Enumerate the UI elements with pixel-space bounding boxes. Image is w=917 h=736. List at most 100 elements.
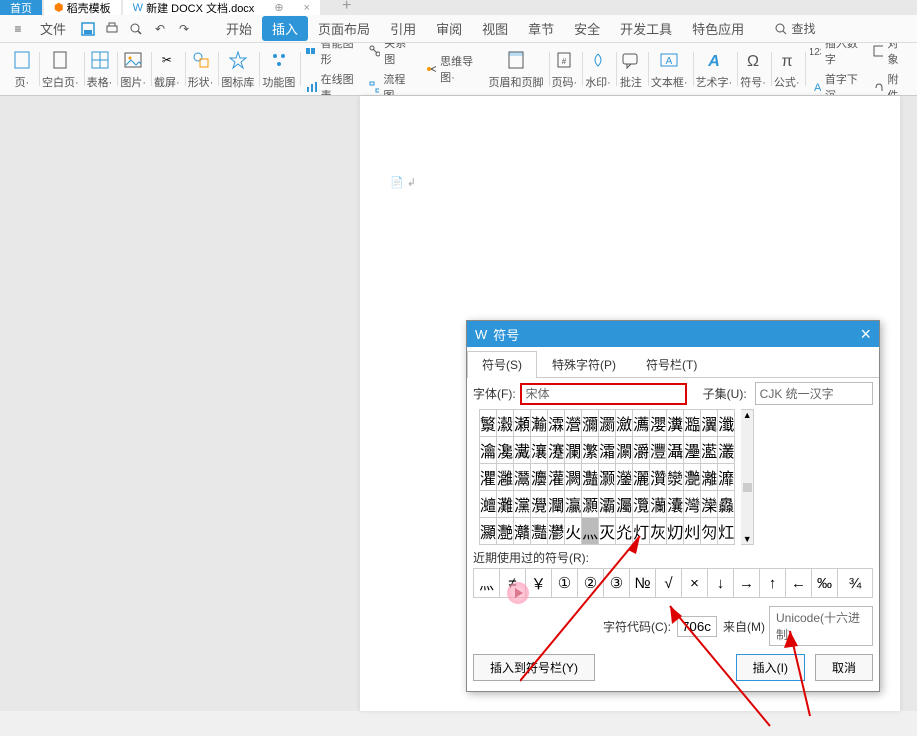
char-cell[interactable]: 瀯 — [565, 410, 582, 437]
ribbon-smart[interactable]: 智能图形 — [305, 43, 356, 67]
char-cell[interactable]: 灭 — [599, 518, 616, 545]
ribbon-wordart[interactable]: A艺术字· — [692, 48, 737, 90]
char-cell[interactable]: 灘 — [497, 491, 514, 518]
ribbon-watermark[interactable]: 水印· — [581, 48, 615, 90]
char-cell[interactable]: 灯 — [633, 518, 650, 545]
char-cell[interactable]: 灤 — [701, 491, 718, 518]
font-input[interactable] — [520, 383, 687, 405]
recent-cell[interactable]: ‰ — [812, 569, 838, 597]
char-cell[interactable]: 火 — [565, 518, 582, 545]
ribbon-mindmap[interactable]: 思维导图· — [425, 53, 479, 85]
cancel-button[interactable]: 取消 — [815, 654, 873, 681]
char-cell[interactable]: 瀴 — [650, 410, 667, 437]
char-cell[interactable]: 灃 — [650, 437, 667, 464]
menu-view[interactable]: 视图 — [472, 16, 518, 41]
recent-cell[interactable]: ③ — [604, 569, 630, 597]
char-cell[interactable]: 灡 — [650, 491, 667, 518]
menu-dev[interactable]: 开发工具 — [610, 16, 682, 41]
menu-security[interactable]: 安全 — [564, 16, 610, 41]
char-cell[interactable]: 瀸 — [718, 410, 735, 437]
ribbon-table[interactable]: 表格· — [83, 48, 117, 90]
ribbon-cover[interactable]: 页· — [6, 48, 38, 90]
char-cell[interactable]: 灀 — [599, 437, 616, 464]
char-cell[interactable]: 灥 — [718, 491, 735, 518]
char-cell[interactable]: 灬 — [582, 518, 599, 545]
char-cell[interactable]: 灒 — [650, 464, 667, 491]
ribbon-relation[interactable]: 关系图 — [368, 43, 413, 67]
char-cell[interactable]: 灈 — [480, 464, 497, 491]
char-cell[interactable]: 灍 — [565, 464, 582, 491]
ribbon-object[interactable]: 对象 — [872, 43, 905, 67]
char-cell[interactable]: 灨 — [514, 518, 531, 545]
char-cell[interactable]: 灎 — [582, 464, 599, 491]
char-cell[interactable]: 瀽 — [548, 437, 565, 464]
recent-cell[interactable]: ↓ — [708, 569, 734, 597]
code-input[interactable] — [677, 616, 717, 637]
ribbon-comment[interactable]: 批注 — [615, 48, 647, 90]
ribbon-firstcap[interactable]: A首字下沉 — [810, 71, 861, 96]
ribbon-pageno[interactable]: #页码· — [548, 48, 582, 90]
scroll-down-icon[interactable]: ▼ — [743, 534, 752, 544]
hamburger-icon[interactable]: ≡ — [6, 22, 30, 36]
menu-chapter[interactable]: 章节 — [518, 16, 564, 41]
close-icon[interactable]: × — [860, 324, 871, 345]
save-icon[interactable] — [76, 21, 100, 37]
char-cell[interactable]: 灣 — [684, 491, 701, 518]
char-cell[interactable]: 灄 — [667, 437, 684, 464]
dialog-tab-symbol[interactable]: 符号(S) — [467, 351, 537, 378]
tab-doc-pin[interactable]: ⊕ — [274, 1, 283, 14]
char-cell[interactable]: 灕 — [701, 464, 718, 491]
char-cell[interactable]: 灙 — [514, 491, 531, 518]
char-cell[interactable]: 灝 — [582, 491, 599, 518]
tab-template[interactable]: ⬢ 稻壳模板 — [44, 0, 121, 15]
ribbon-onlinechart[interactable]: 在线图表 — [305, 71, 356, 96]
ribbon-header[interactable]: 页眉和页脚 — [485, 48, 548, 90]
grid-scrollbar[interactable]: ▲ ▼ — [741, 409, 754, 545]
char-cell[interactable]: 灋 — [531, 464, 548, 491]
scroll-up-icon[interactable]: ▲ — [743, 410, 752, 420]
recent-cell[interactable]: √ — [656, 569, 682, 597]
char-cell[interactable]: 灖 — [718, 464, 735, 491]
char-cell[interactable]: 灗 — [480, 491, 497, 518]
char-cell[interactable]: 灔 — [684, 464, 701, 491]
char-cell[interactable]: 灆 — [701, 437, 718, 464]
print-icon[interactable] — [100, 21, 124, 37]
add-tab-icon[interactable]: + — [342, 0, 351, 15]
preview-icon[interactable] — [124, 21, 148, 37]
char-grid[interactable]: 瀪瀫瀬瀭瀮瀯瀰瀱瀲瀳瀴瀵瀶瀷瀸瀹瀺瀻瀼瀽瀾瀿灀灁灂灃灄灅灆灇灈灉灊灋灌灍灎灏灐灑… — [479, 409, 735, 545]
char-cell[interactable]: 瀿 — [582, 437, 599, 464]
ribbon-formula[interactable]: π公式· — [770, 48, 804, 90]
ribbon-attach[interactable]: 附件 — [872, 71, 905, 96]
ribbon-shapes[interactable]: 形状· — [184, 48, 218, 90]
ribbon-insertnum[interactable]: 123插入数字 — [810, 43, 861, 67]
char-cell[interactable]: 灁 — [616, 437, 633, 464]
char-cell[interactable]: 瀼 — [531, 437, 548, 464]
char-cell[interactable]: 灲 — [684, 518, 701, 545]
char-cell[interactable]: 灇 — [718, 437, 735, 464]
char-cell[interactable]: 瀭 — [531, 410, 548, 437]
ribbon-blank[interactable]: 空白页· — [38, 48, 83, 90]
char-cell[interactable]: 瀫 — [497, 410, 514, 437]
menu-file[interactable]: 文件 — [30, 16, 76, 41]
close-icon[interactable]: × — [304, 2, 310, 14]
subset-select[interactable]: CJK 统一汉字 — [755, 382, 873, 405]
char-cell[interactable]: 灳 — [701, 518, 718, 545]
recent-cell[interactable]: × — [682, 569, 708, 597]
recent-cell[interactable]: ← — [786, 569, 812, 597]
char-cell[interactable]: 灴 — [718, 518, 735, 545]
dialog-tab-bar[interactable]: 符号栏(T) — [631, 351, 712, 377]
char-cell[interactable]: 灊 — [514, 464, 531, 491]
char-cell[interactable]: 瀻 — [514, 437, 531, 464]
ribbon-textbox[interactable]: A文本框· — [647, 48, 692, 90]
menu-ref[interactable]: 引用 — [380, 16, 426, 41]
char-cell[interactable]: 瀮 — [548, 410, 565, 437]
char-cell[interactable]: 灂 — [633, 437, 650, 464]
from-select[interactable]: Unicode(十六进制) — [769, 606, 873, 646]
dialog-tab-special[interactable]: 特殊字符(P) — [537, 351, 631, 377]
recent-cell[interactable]: → — [734, 569, 760, 597]
char-cell[interactable]: 灛 — [548, 491, 565, 518]
ribbon-symbol[interactable]: Ω符号· — [736, 48, 770, 90]
char-cell[interactable]: 瀪 — [480, 410, 497, 437]
tab-home[interactable]: 首页 — [0, 0, 42, 15]
char-cell[interactable]: 灐 — [616, 464, 633, 491]
